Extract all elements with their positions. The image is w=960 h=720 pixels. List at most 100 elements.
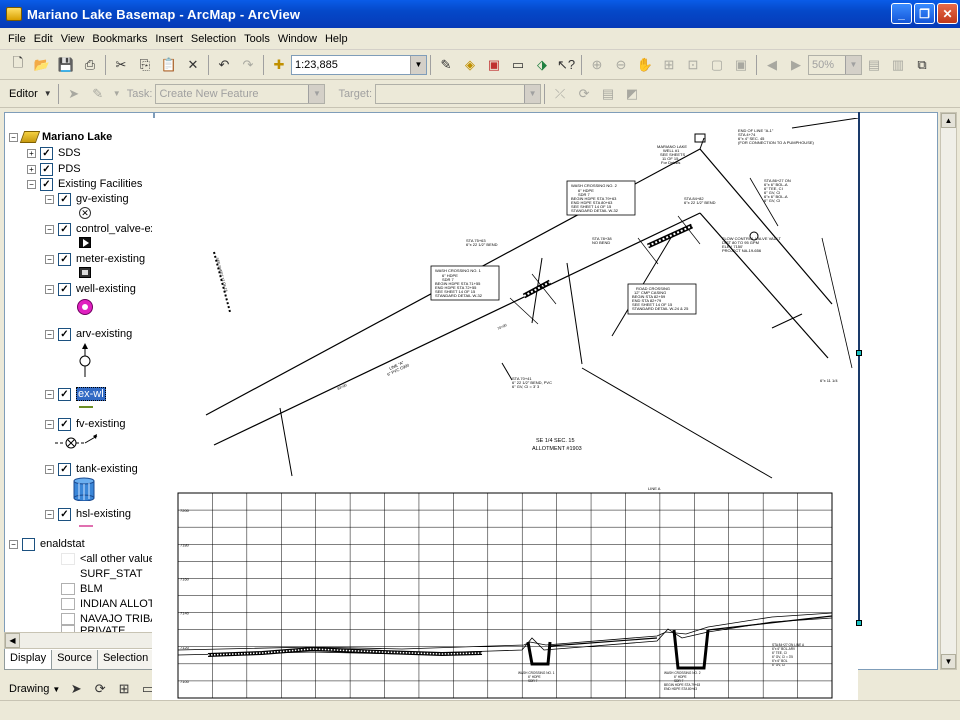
target-combo[interactable]: ▼ <box>375 83 542 104</box>
collapse-icon[interactable]: − <box>45 509 54 519</box>
task-combo[interactable]: Create New Feature ▼ <box>155 83 326 104</box>
toggle-draft-icon[interactable]: ▤ <box>864 55 884 75</box>
tab-display[interactable]: Display <box>4 650 53 670</box>
collapse-icon[interactable]: − <box>9 539 18 549</box>
expand-icon[interactable]: + <box>27 148 36 158</box>
chevron-down-icon[interactable]: ▼ <box>524 84 541 103</box>
new-document-icon[interactable]: 🗋 <box>8 55 28 75</box>
rotate-icon[interactable]: ⟳ <box>90 679 110 699</box>
delete-icon[interactable]: ✕ <box>183 55 203 75</box>
select-elements-icon[interactable]: ➤ <box>66 679 86 699</box>
collapse-icon[interactable]: − <box>45 254 54 264</box>
selection-handle[interactable] <box>856 350 862 356</box>
toc-layer-control-valve[interactable]: − ✓ control_valve-ex <box>45 221 153 237</box>
chevron-down-icon[interactable]: ▼ <box>52 685 60 694</box>
toc-layer-meter-existing[interactable]: − ✓ meter-existing <box>45 251 145 267</box>
visibility-checkbox[interactable]: ✓ <box>58 222 71 236</box>
command-line-icon[interactable]: ▭ <box>508 55 528 75</box>
edit-pointer-icon[interactable]: ➤ <box>64 84 84 104</box>
visibility-checkbox[interactable]: ✓ <box>58 327 71 341</box>
rotate-tool-icon[interactable]: ⟳ <box>574 84 594 104</box>
sketch-tool-icon[interactable]: ✎ <box>88 84 108 104</box>
expand-icon[interactable]: + <box>27 164 36 174</box>
visibility-checkbox[interactable]: ✓ <box>40 162 53 176</box>
menu-insert[interactable]: Insert <box>151 31 187 47</box>
visibility-checkbox[interactable]: ✓ <box>58 462 71 476</box>
toc-group-pds[interactable]: + ✓ PDS <box>27 161 81 177</box>
visibility-checkbox[interactable]: ✓ <box>58 192 71 206</box>
tab-source[interactable]: Source <box>51 650 98 670</box>
open-folder-icon[interactable]: 📂 <box>32 55 52 75</box>
save-icon[interactable]: 💾 <box>56 55 76 75</box>
split-tool-icon[interactable]: ⤫ <box>550 84 570 104</box>
chevron-down-icon[interactable]: ▼ <box>112 84 122 104</box>
toc-layer-enaldstat[interactable]: − enaldstat <box>9 536 85 552</box>
menu-selection[interactable]: Selection <box>187 31 240 47</box>
toc-layer-fv-existing[interactable]: − ✓ fv-existing <box>45 416 126 432</box>
collapse-icon[interactable]: − <box>45 419 54 429</box>
menu-file[interactable]: File <box>4 31 30 47</box>
chevron-down-icon[interactable]: ▼ <box>308 84 325 103</box>
attributes-icon[interactable]: ▤ <box>598 84 618 104</box>
pan-icon[interactable]: ✋ <box>635 55 655 75</box>
arctoolbox-icon[interactable]: ▣ <box>484 55 504 75</box>
visibility-checkbox[interactable]: ✓ <box>58 417 71 431</box>
cut-icon[interactable]: ✂ <box>111 55 131 75</box>
toc-root[interactable]: − Mariano Lake <box>9 129 112 145</box>
add-data-icon[interactable]: ✚ <box>269 55 289 75</box>
zoom-whole-page-icon[interactable]: ⊡ <box>683 55 703 75</box>
visibility-checkbox[interactable]: ✓ <box>58 252 71 266</box>
visibility-checkbox[interactable]: ✓ <box>58 507 71 521</box>
selection-handle[interactable] <box>856 620 862 626</box>
toc-layer-arv-existing[interactable]: − ✓ arv-existing <box>45 326 132 342</box>
arcmap-app-icon[interactable] <box>6 7 22 21</box>
undo-icon[interactable]: ↶ <box>214 55 234 75</box>
collapse-icon[interactable]: − <box>45 329 54 339</box>
close-button[interactable]: ✕ <box>937 3 958 24</box>
collapse-icon[interactable]: − <box>45 284 54 294</box>
restore-button[interactable]: ❐ <box>914 3 935 24</box>
toc-horizontal-scrollbar[interactable]: ◀ <box>4 632 154 649</box>
change-layout-icon[interactable]: ⧉ <box>912 55 932 75</box>
collapse-icon[interactable]: − <box>45 194 54 204</box>
map-vertical-scrollbar[interactable]: ▲ ▼ <box>940 112 957 670</box>
toc-layer-tank-existing[interactable]: − ✓ tank-existing <box>45 461 138 477</box>
toc-layer-hsl-existing[interactable]: − ✓ hsl-existing <box>45 506 131 522</box>
sketch-properties-icon[interactable]: ◩ <box>622 84 642 104</box>
forward-extent-icon[interactable]: ▶ <box>786 55 806 75</box>
menu-tools[interactable]: Tools <box>240 31 274 47</box>
redo-icon[interactable]: ↷ <box>238 55 258 75</box>
scroll-down-icon[interactable]: ▼ <box>941 654 956 669</box>
chevron-down-icon[interactable]: ▼ <box>845 55 861 74</box>
toc-layer-ex-wl[interactable]: − ✓ ex-wl <box>45 386 106 402</box>
toc-layer-well-existing[interactable]: − ✓ well-existing <box>45 281 136 297</box>
zoom-to-selected-icon[interactable]: ⊞ <box>114 679 134 699</box>
zoom-in-fixed-icon[interactable]: ⊕ <box>587 55 607 75</box>
back-extent-icon[interactable]: ◀ <box>762 55 782 75</box>
editor-menu[interactable]: Editor <box>6 88 41 100</box>
collapse-icon[interactable]: − <box>45 224 54 234</box>
modelbuilder-icon[interactable]: ⬗ <box>532 55 552 75</box>
visibility-checkbox[interactable]: ✓ <box>40 146 53 160</box>
map-scale-combo[interactable]: 1:23,885 ▼ <box>291 54 427 75</box>
copy-icon[interactable]: ⎘ <box>135 55 155 75</box>
collapse-icon[interactable]: − <box>9 132 18 142</box>
full-extent-icon[interactable]: ⊞ <box>659 55 679 75</box>
selected-graphic-line[interactable] <box>858 112 860 624</box>
fixed-zoom-icon[interactable]: ▣ <box>731 55 751 75</box>
scroll-up-icon[interactable]: ▲ <box>941 113 956 128</box>
menu-bookmarks[interactable]: Bookmarks <box>88 31 151 47</box>
menu-view[interactable]: View <box>57 31 89 47</box>
chevron-down-icon[interactable]: ▼ <box>43 84 53 104</box>
scroll-left-icon[interactable]: ◀ <box>5 633 20 648</box>
zoom-percent-combo[interactable]: 50% ▼ <box>808 54 862 75</box>
drawing-menu[interactable]: Drawing <box>6 683 52 695</box>
zoom-out-fixed-icon[interactable]: ⊖ <box>611 55 631 75</box>
toc-group-sds[interactable]: + ✓ SDS <box>27 145 81 161</box>
print-icon[interactable]: ⎙ <box>80 55 100 75</box>
visibility-checkbox[interactable]: ✓ <box>58 387 71 401</box>
menu-help[interactable]: Help <box>321 31 352 47</box>
chevron-down-icon[interactable]: ▼ <box>410 55 426 74</box>
minimize-button[interactable]: _ <box>891 3 912 24</box>
zoom-100-icon[interactable]: ▢ <box>707 55 727 75</box>
